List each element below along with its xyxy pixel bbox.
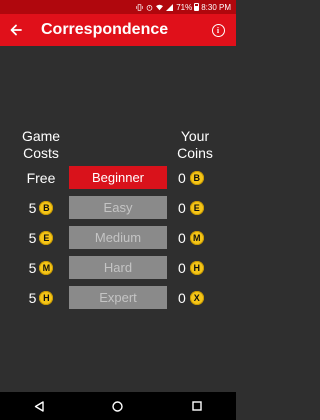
nav-home-icon xyxy=(112,400,124,412)
nav-home-button[interactable] xyxy=(104,392,132,420)
coin-icon: H xyxy=(189,261,204,275)
coin-icon: B xyxy=(189,171,204,185)
coin-icon: E xyxy=(39,231,54,245)
info-icon: i xyxy=(211,23,225,37)
nav-back-icon xyxy=(35,400,45,412)
alarm-icon xyxy=(146,4,153,11)
difficulty-row: 5 M Hard 0 H xyxy=(0,256,236,280)
status-bar: 71% 8:30 PM xyxy=(0,0,236,14)
coin-icon: B xyxy=(39,201,54,215)
coin-count: 0 xyxy=(178,170,186,186)
level-button-beginner[interactable]: Beginner xyxy=(69,166,167,189)
coin-count: 0 xyxy=(178,290,186,306)
nav-back-button[interactable] xyxy=(25,392,53,420)
vibrate-icon xyxy=(136,3,143,11)
coin-count: 0 xyxy=(178,230,186,246)
signal-icon xyxy=(166,3,174,11)
coin-count: 0 xyxy=(178,260,186,276)
game-cost: 5H xyxy=(18,286,64,310)
game-costs-header: Game Costs xyxy=(21,128,61,161)
coin-icon: E xyxy=(189,201,204,215)
wifi-icon xyxy=(156,4,164,10)
your-coins: 0H xyxy=(178,256,218,280)
app-bar: Correspondence i xyxy=(0,14,236,46)
coin-count: 0 xyxy=(178,200,186,216)
level-button-expert[interactable]: Expert xyxy=(69,286,167,309)
difficulty-row: 5 B Easy 0 E xyxy=(0,196,236,220)
game-cost: 5B xyxy=(18,196,64,220)
back-button[interactable] xyxy=(0,14,32,46)
battery-percent: 71% xyxy=(176,2,193,12)
coin-icon: M xyxy=(39,261,54,275)
your-coins: 0E xyxy=(178,196,218,220)
your-coins: 0M xyxy=(178,226,218,250)
difficulty-row: 5 H Expert 0 X xyxy=(0,286,236,310)
back-arrow-icon xyxy=(10,24,22,36)
game-cost: 5E xyxy=(18,226,64,250)
cost-value: 5 xyxy=(28,230,37,246)
info-button[interactable]: i xyxy=(202,14,234,46)
cost-value: 5 xyxy=(28,200,37,216)
cost-value: Free xyxy=(26,170,56,186)
battery-icon xyxy=(194,3,200,11)
cost-value: 5 xyxy=(28,260,37,276)
game-cost: 5M xyxy=(18,256,64,280)
game-cost: Free xyxy=(18,166,64,190)
level-button-medium[interactable]: Medium xyxy=(69,226,167,249)
page-title: Correspondence xyxy=(41,21,169,38)
your-coins-header: Your Coins xyxy=(177,128,213,161)
your-coins: 0X xyxy=(178,286,218,310)
coin-icon: X xyxy=(189,291,204,305)
coin-icon: M xyxy=(189,231,204,245)
nav-recents-icon xyxy=(191,401,202,411)
difficulty-row: 5 E Medium 0 M xyxy=(0,226,236,250)
level-button-easy[interactable]: Easy xyxy=(69,196,167,219)
difficulty-row: Free Beginner 0 B xyxy=(0,166,236,190)
clock: 8:30 PM xyxy=(201,2,231,12)
status-icons xyxy=(136,3,174,11)
your-coins: 0B xyxy=(178,166,218,190)
level-button-hard[interactable]: Hard xyxy=(69,256,167,279)
cost-value: 5 xyxy=(28,290,37,306)
nav-recents-button[interactable] xyxy=(183,392,211,420)
system-nav-bar xyxy=(0,392,236,420)
coin-icon: H xyxy=(39,291,54,305)
